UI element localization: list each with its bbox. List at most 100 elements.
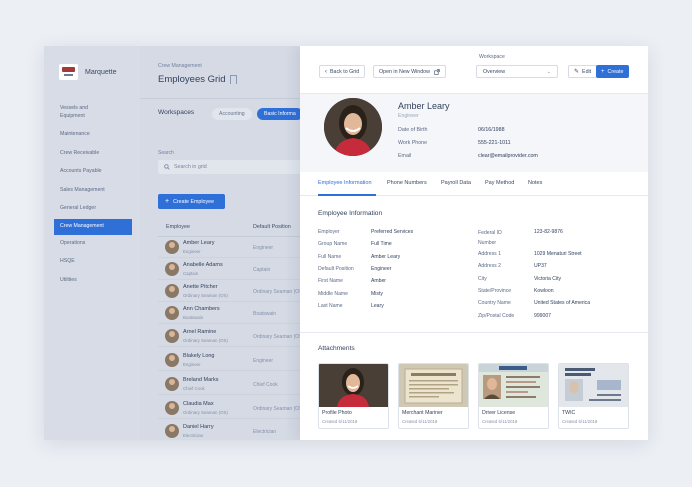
attachment-title: Driver License bbox=[482, 410, 516, 416]
employee-detail-panel: ‹ Back to Grid Open in New Window Worksp… bbox=[300, 46, 648, 440]
sidebar-item-crew-receivable[interactable]: Crew Receivable bbox=[54, 145, 132, 164]
sidebar-item-general-ledger[interactable]: General Ledger bbox=[54, 200, 132, 219]
employee-name: Amber Leary bbox=[398, 101, 450, 111]
tab-notes[interactable]: Notes bbox=[528, 180, 542, 186]
brand[interactable]: Marquette bbox=[59, 64, 117, 80]
table-row[interactable]: Breland Marks Chief Cook Chief Cook bbox=[158, 374, 300, 395]
attachments-title: Attachments bbox=[318, 345, 355, 352]
sidebar-item-hsqe[interactable]: HSQE bbox=[54, 253, 132, 272]
employee-role: Electrician bbox=[183, 433, 204, 438]
tab-phone-numbers[interactable]: Phone Numbers bbox=[387, 180, 427, 186]
attachment-title: TWIC bbox=[562, 410, 576, 416]
sidebar-item-crew-management[interactable]: Crew Management bbox=[54, 218, 132, 235]
table-row[interactable]: Ann Chambers Boatswain Boatswain bbox=[158, 303, 300, 324]
brand-name: Marquette bbox=[85, 68, 117, 76]
attachment-card[interactable]: Profile Photo Created 6/11/2018 bbox=[318, 363, 389, 429]
email-value[interactable]: clear@emailprovider.com bbox=[478, 153, 538, 159]
tab-accounting[interactable]: Accounting bbox=[212, 108, 252, 120]
field-value: 999007 bbox=[534, 313, 551, 319]
attachment-thumbnail bbox=[399, 364, 468, 407]
search-placeholder: Search in grid bbox=[174, 164, 207, 170]
avatar bbox=[165, 306, 179, 320]
workspace-select[interactable]: Overview ⌄ bbox=[476, 65, 558, 78]
employee-position: Engineer bbox=[253, 245, 274, 251]
column-header-position[interactable]: Default Position bbox=[253, 224, 291, 230]
employee-position: Ordinary Seaman (OS) bbox=[253, 289, 305, 295]
search-input[interactable]: Search in grid bbox=[158, 160, 300, 174]
field-value: Engineer bbox=[371, 266, 392, 272]
avatar bbox=[165, 377, 179, 391]
detail-toolbar: ‹ Back to Grid Open in New Window Worksp… bbox=[300, 46, 648, 94]
employee-name: Anabelle Adams bbox=[183, 262, 223, 268]
tab-payroll-data[interactable]: Payroll Data bbox=[441, 180, 471, 186]
open-new-window-button[interactable]: Open in New Window bbox=[373, 65, 446, 78]
search-label: Search bbox=[158, 150, 174, 156]
open-label: Open in New Window bbox=[379, 68, 430, 75]
attachment-date: Created 6/11/2018 bbox=[482, 419, 518, 424]
sidebar-item-maintenance[interactable]: Maintenance bbox=[54, 126, 132, 145]
employee-position: Chief Cook bbox=[253, 382, 278, 388]
back-to-grid-button[interactable]: ‹ Back to Grid bbox=[319, 65, 366, 78]
field-value: UP37 bbox=[534, 263, 547, 269]
employee-name: Arnel Ramine bbox=[183, 329, 217, 335]
field-value: Full Time bbox=[371, 241, 392, 247]
attachment-thumbnail bbox=[319, 364, 388, 407]
section-title: Employee Information bbox=[318, 210, 383, 217]
employee-position: Ordinary Seaman (OS) bbox=[253, 406, 305, 412]
table-row[interactable]: Anette Pitcher Ordinary Seaman (OS) Ordina… bbox=[158, 281, 304, 302]
attachment-date: Created 6/11/2018 bbox=[562, 419, 598, 424]
tab-pay-method[interactable]: Pay Method bbox=[485, 180, 514, 186]
tab-basic-information[interactable]: Basic Informa bbox=[257, 108, 303, 120]
active-tab-indicator bbox=[318, 194, 376, 196]
field-value: Victoria City bbox=[534, 276, 562, 282]
table-row[interactable]: Daniel Harry Electrician Electrician bbox=[158, 421, 300, 440]
attachment-date: Created 6/11/2018 bbox=[402, 419, 438, 424]
employee-role: Chief Cook bbox=[183, 386, 205, 391]
field-value: 1029 Menaturi Street bbox=[534, 251, 582, 257]
pencil-icon: ✎ bbox=[574, 69, 580, 75]
phone-label: Work Phone bbox=[398, 140, 428, 146]
avatar bbox=[165, 240, 179, 254]
field-value: Amber bbox=[371, 278, 387, 284]
create-employee-label: Create Employee bbox=[173, 198, 215, 205]
back-label: Back to Grid bbox=[330, 68, 360, 75]
table-row[interactable]: Anabelle Adams Captain Captain bbox=[158, 259, 300, 280]
sidebar-item-vessels[interactable]: Vessels and Equipment bbox=[54, 100, 102, 126]
table-row[interactable]: Amber Leary Engineer Engineer bbox=[158, 237, 300, 258]
table-row[interactable]: Arnel Ramine Ordinary Seaman (OS) Ordinary… bbox=[158, 326, 304, 347]
bookmark-icon[interactable] bbox=[230, 75, 237, 84]
employee-role: Ordinary Seaman (OS) bbox=[183, 338, 228, 343]
field-value: Amber Leary bbox=[371, 254, 401, 260]
email-label: Email bbox=[398, 153, 412, 159]
field-label: Address 2 bbox=[478, 263, 501, 269]
attachment-thumbnail bbox=[559, 364, 628, 407]
avatar bbox=[165, 401, 179, 415]
field-label: Group Name bbox=[318, 241, 348, 247]
sidebar-item-accounts-payable[interactable]: Accounts Payable bbox=[54, 163, 132, 182]
employee-role: Ordinary Seaman (OS) bbox=[183, 410, 228, 415]
employee-role: Boatswain bbox=[183, 315, 204, 320]
dob-label: Date of Birth bbox=[398, 127, 428, 133]
sidebar-item-operations[interactable]: Operations bbox=[54, 235, 132, 254]
field-label: Country Name bbox=[478, 300, 511, 306]
column-header-employee[interactable]: Employee bbox=[166, 224, 190, 230]
table-row[interactable]: Claudia Max Ordinary Seaman (OS) Ordinary … bbox=[158, 398, 304, 419]
divider bbox=[140, 98, 300, 99]
create-employee-button[interactable]: + Create Employee bbox=[158, 194, 225, 209]
sidebar-item-sales[interactable]: Sales Management bbox=[54, 182, 132, 201]
plus-icon: + bbox=[165, 198, 170, 205]
attachment-card[interactable]: TWIC Created 6/11/2018 bbox=[558, 363, 629, 429]
tab-employee-information[interactable]: Employee Information bbox=[318, 180, 372, 186]
field-label: First Name bbox=[318, 278, 343, 284]
field-label: Zip/Postal Code bbox=[478, 313, 515, 319]
create-button[interactable]: + Create bbox=[596, 65, 629, 78]
table-row[interactable]: Blakely Long Engineer Engineer bbox=[158, 350, 300, 371]
attachment-card[interactable]: Merchant Mariner Created 6/11/2018 bbox=[398, 363, 469, 429]
attachment-card[interactable]: Driver License Created 6/11/2018 bbox=[478, 363, 549, 429]
breadcrumb[interactable]: Crew Management bbox=[158, 63, 202, 69]
field-label: Address 1 bbox=[478, 251, 501, 257]
avatar bbox=[165, 353, 179, 367]
sidebar-item-utilities[interactable]: Utilities bbox=[54, 272, 132, 291]
field-label: Middle Name bbox=[318, 291, 349, 297]
edit-button[interactable]: ✎ Edit bbox=[568, 65, 598, 78]
